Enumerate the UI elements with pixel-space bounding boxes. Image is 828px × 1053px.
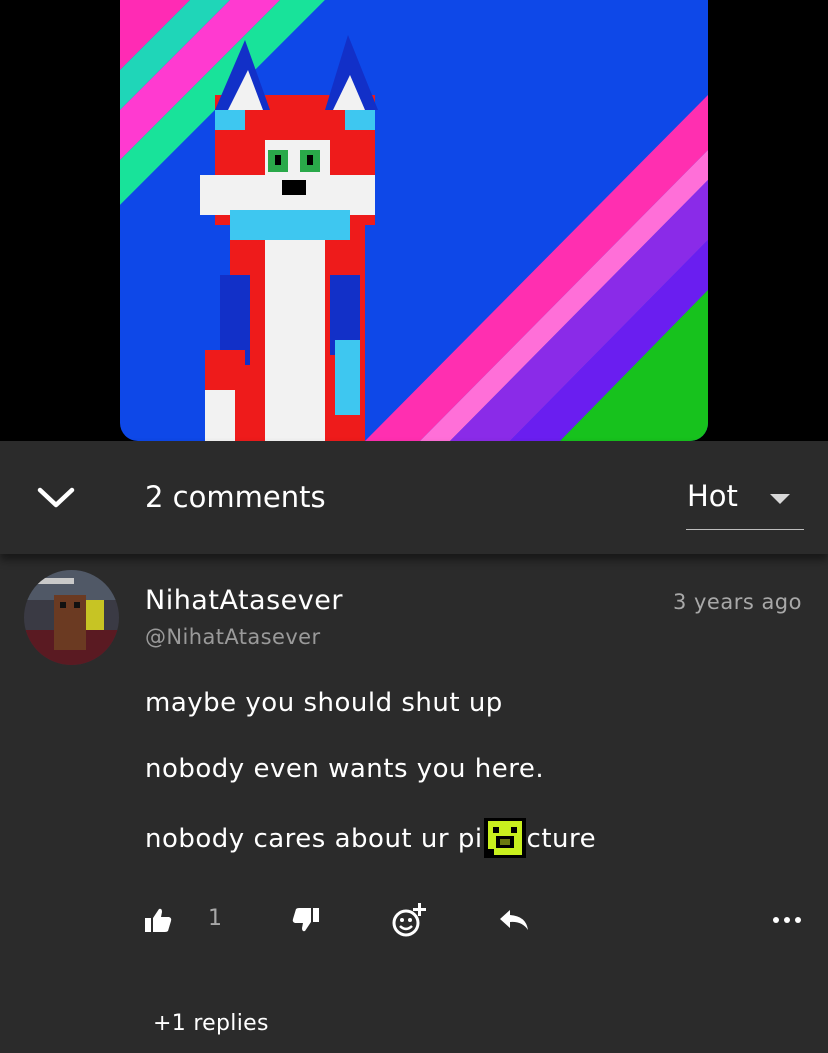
comment-text-line: nobody even wants you here. (145, 754, 545, 784)
fox-pixel-art (120, 0, 708, 441)
collapse-comments-button[interactable] (30, 478, 82, 520)
comment-timestamp: 3 years ago (672, 590, 802, 614)
more-options-button[interactable] (772, 895, 804, 945)
comment-count: 2 comments (145, 480, 326, 514)
avatar[interactable] (24, 570, 119, 665)
like-count: 1 (208, 906, 222, 931)
comment-text-line: nobody cares about ur pi cture (145, 818, 596, 858)
add-reaction-button[interactable] (390, 895, 430, 945)
view-replies-link[interactable]: +1 replies (153, 1011, 269, 1036)
post-image-area (0, 0, 828, 441)
avatar-image (24, 570, 119, 665)
thumbs-down-icon (292, 908, 319, 932)
comment-list (0, 554, 828, 1053)
chevron-down-icon (37, 487, 75, 508)
reply-button[interactable] (498, 895, 532, 945)
dislike-button[interactable] (292, 895, 324, 945)
caret-down-icon (770, 494, 790, 504)
author-handle: @NihatAtasever (145, 625, 321, 649)
comment-text-fragment: cture (526, 824, 597, 854)
sort-selected-value: Hot (687, 479, 738, 513)
comment-text-fragment: nobody cares about ur pi (145, 824, 483, 854)
author-name[interactable]: NihatAtasever (145, 585, 343, 616)
more-options-icon (773, 917, 801, 923)
green-face-emoji-icon (483, 818, 526, 858)
comment-text-line: maybe you should shut up (145, 688, 503, 718)
reply-icon (500, 910, 528, 930)
thumbs-up-icon (145, 908, 172, 932)
sort-dropdown[interactable]: Hot (686, 477, 804, 530)
like-button[interactable] (144, 895, 176, 945)
post-artwork[interactable] (120, 0, 708, 441)
add-reaction-icon (392, 903, 426, 937)
